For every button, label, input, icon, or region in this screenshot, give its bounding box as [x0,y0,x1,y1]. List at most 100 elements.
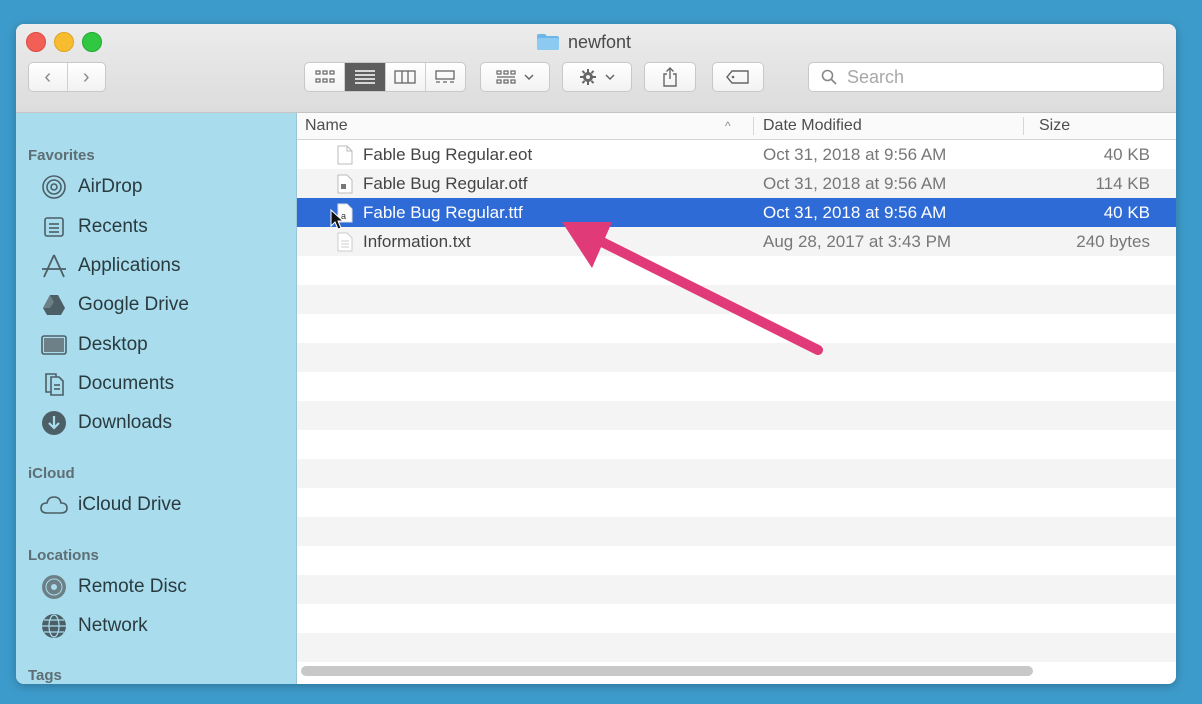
action-menu-button[interactable] [562,62,632,92]
empty-row [297,633,1176,662]
sidebar-item-label: Desktop [78,334,148,355]
column-view-icon [394,70,416,84]
sidebar-item-desktop[interactable]: Desktop [40,329,148,361]
sidebar-item-documents[interactable]: Documents [40,368,174,400]
applications-icon [40,252,68,280]
sidebar-item-label: Recents [78,216,148,237]
forward-button[interactable]: › [68,63,106,91]
sort-ascending-icon: ^ [725,119,731,133]
sidebar-item-label: Applications [78,255,181,276]
file-size: 40 KB [1103,203,1150,222]
file-row[interactable]: Information.txt Aug 28, 2017 at 3:43 PM … [297,227,1176,256]
font-file-icon: a [337,203,353,223]
icon-view-button[interactable] [305,63,346,91]
sidebar-item-applications[interactable]: Applications [40,250,180,282]
finder-window: newfont ‹ › Search Favorites AirDrop Rec… [16,24,1176,684]
search-input[interactable] [845,65,1149,89]
empty-row [297,430,1176,459]
empty-row [297,459,1176,488]
icon-view-icon [315,70,335,83]
document-icon [337,145,353,165]
sidebar-item-network[interactable]: Network [40,610,148,642]
folder-icon [537,34,559,50]
sidebar-item-label: Remote Disc [78,576,187,597]
empty-row [297,488,1176,517]
list-view-icon [354,70,375,84]
share-button[interactable] [644,62,696,92]
sidebar-item-google-drive[interactable]: Google Drive [40,289,189,321]
empty-row [297,256,1176,285]
chevron-down-icon [524,74,534,80]
gallery-view-icon [435,70,456,83]
column-header: Name ^ Date Modified Size [297,113,1176,140]
empty-row [297,401,1176,430]
horizontal-scrollbar[interactable] [301,666,1033,676]
airdrop-icon [40,173,68,201]
sidebar-item-label: iCloud Drive [78,494,182,515]
window-title-text: newfont [568,31,632,52]
file-row-selected[interactable]: a Fable Bug Regular.ttf Oct 31, 2018 at … [297,198,1176,227]
column-name-header[interactable]: Name [305,113,348,139]
column-divider[interactable] [1023,117,1024,135]
sidebar-item-recents[interactable]: Recents [40,211,148,243]
sidebar-item-label: Google Drive [78,294,189,315]
sidebar-item-label: Downloads [78,412,172,433]
column-size-header[interactable]: Size [1039,113,1070,139]
file-rows: Fable Bug Regular.eot Oct 31, 2018 at 9:… [297,140,1176,662]
empty-row [297,575,1176,604]
sidebar-section-tags: Tags [28,667,62,684]
sidebar-item-downloads[interactable]: Downloads [40,407,172,439]
disc-icon [40,573,68,601]
file-name: Fable Bug Regular.ttf [363,203,523,222]
sidebar-section-icloud: iCloud [28,465,75,482]
network-icon [40,612,68,640]
documents-icon [40,370,68,398]
file-list: Name ^ Date Modified Size Fable Bug Regu… [297,113,1176,684]
recents-icon [40,213,68,241]
file-size: 114 KB [1095,174,1150,193]
empty-row [297,372,1176,401]
empty-row [297,343,1176,372]
file-row[interactable]: Fable Bug Regular.otf Oct 31, 2018 at 9:… [297,169,1176,198]
google-drive-icon [40,291,68,319]
sidebar-section-favorites: Favorites [28,147,95,164]
text-file-icon [337,232,353,252]
list-view-button[interactable] [345,63,386,91]
minimize-window-button[interactable] [54,32,74,52]
search-field[interactable] [808,62,1164,92]
sidebar-item-icloud-drive[interactable]: iCloud Drive [40,489,181,521]
arrange-menu-button[interactable] [480,62,550,92]
file-size: 40 KB [1103,145,1150,164]
column-divider[interactable] [753,117,754,135]
empty-row [297,546,1176,575]
file-date: Oct 31, 2018 at 9:56 AM [763,174,947,193]
empty-row [297,314,1176,343]
zoom-window-button[interactable] [82,32,102,52]
share-icon [663,67,677,87]
column-view-button[interactable] [386,63,426,91]
column-date-header[interactable]: Date Modified [763,113,862,139]
empty-row [297,285,1176,314]
font-file-icon [337,174,353,194]
file-row[interactable]: Fable Bug Regular.eot Oct 31, 2018 at 9:… [297,140,1176,169]
sidebar-item-airdrop[interactable]: AirDrop [40,171,142,203]
arrange-grid-icon [496,70,516,84]
back-button[interactable]: ‹ [29,63,68,91]
close-window-button[interactable] [26,32,46,52]
tag-icon [726,70,749,84]
file-name: Fable Bug Regular.otf [363,174,528,193]
sidebar-item-remote-disc[interactable]: Remote Disc [40,571,187,603]
file-date: Aug 28, 2017 at 3:43 PM [763,232,952,251]
tag-button[interactable] [712,62,764,92]
gear-icon [580,69,596,85]
file-size: 240 bytes [1076,232,1150,251]
empty-row [297,517,1176,546]
back-forward-group: ‹ › [28,62,106,92]
empty-row [297,604,1176,633]
file-name: Information.txt [363,232,471,251]
sidebar-item-label: AirDrop [78,176,143,197]
file-date: Oct 31, 2018 at 9:56 AM [763,203,947,222]
window-title: newfont [536,30,631,54]
gallery-view-button[interactable] [426,63,465,91]
svg-text:a: a [341,211,346,221]
